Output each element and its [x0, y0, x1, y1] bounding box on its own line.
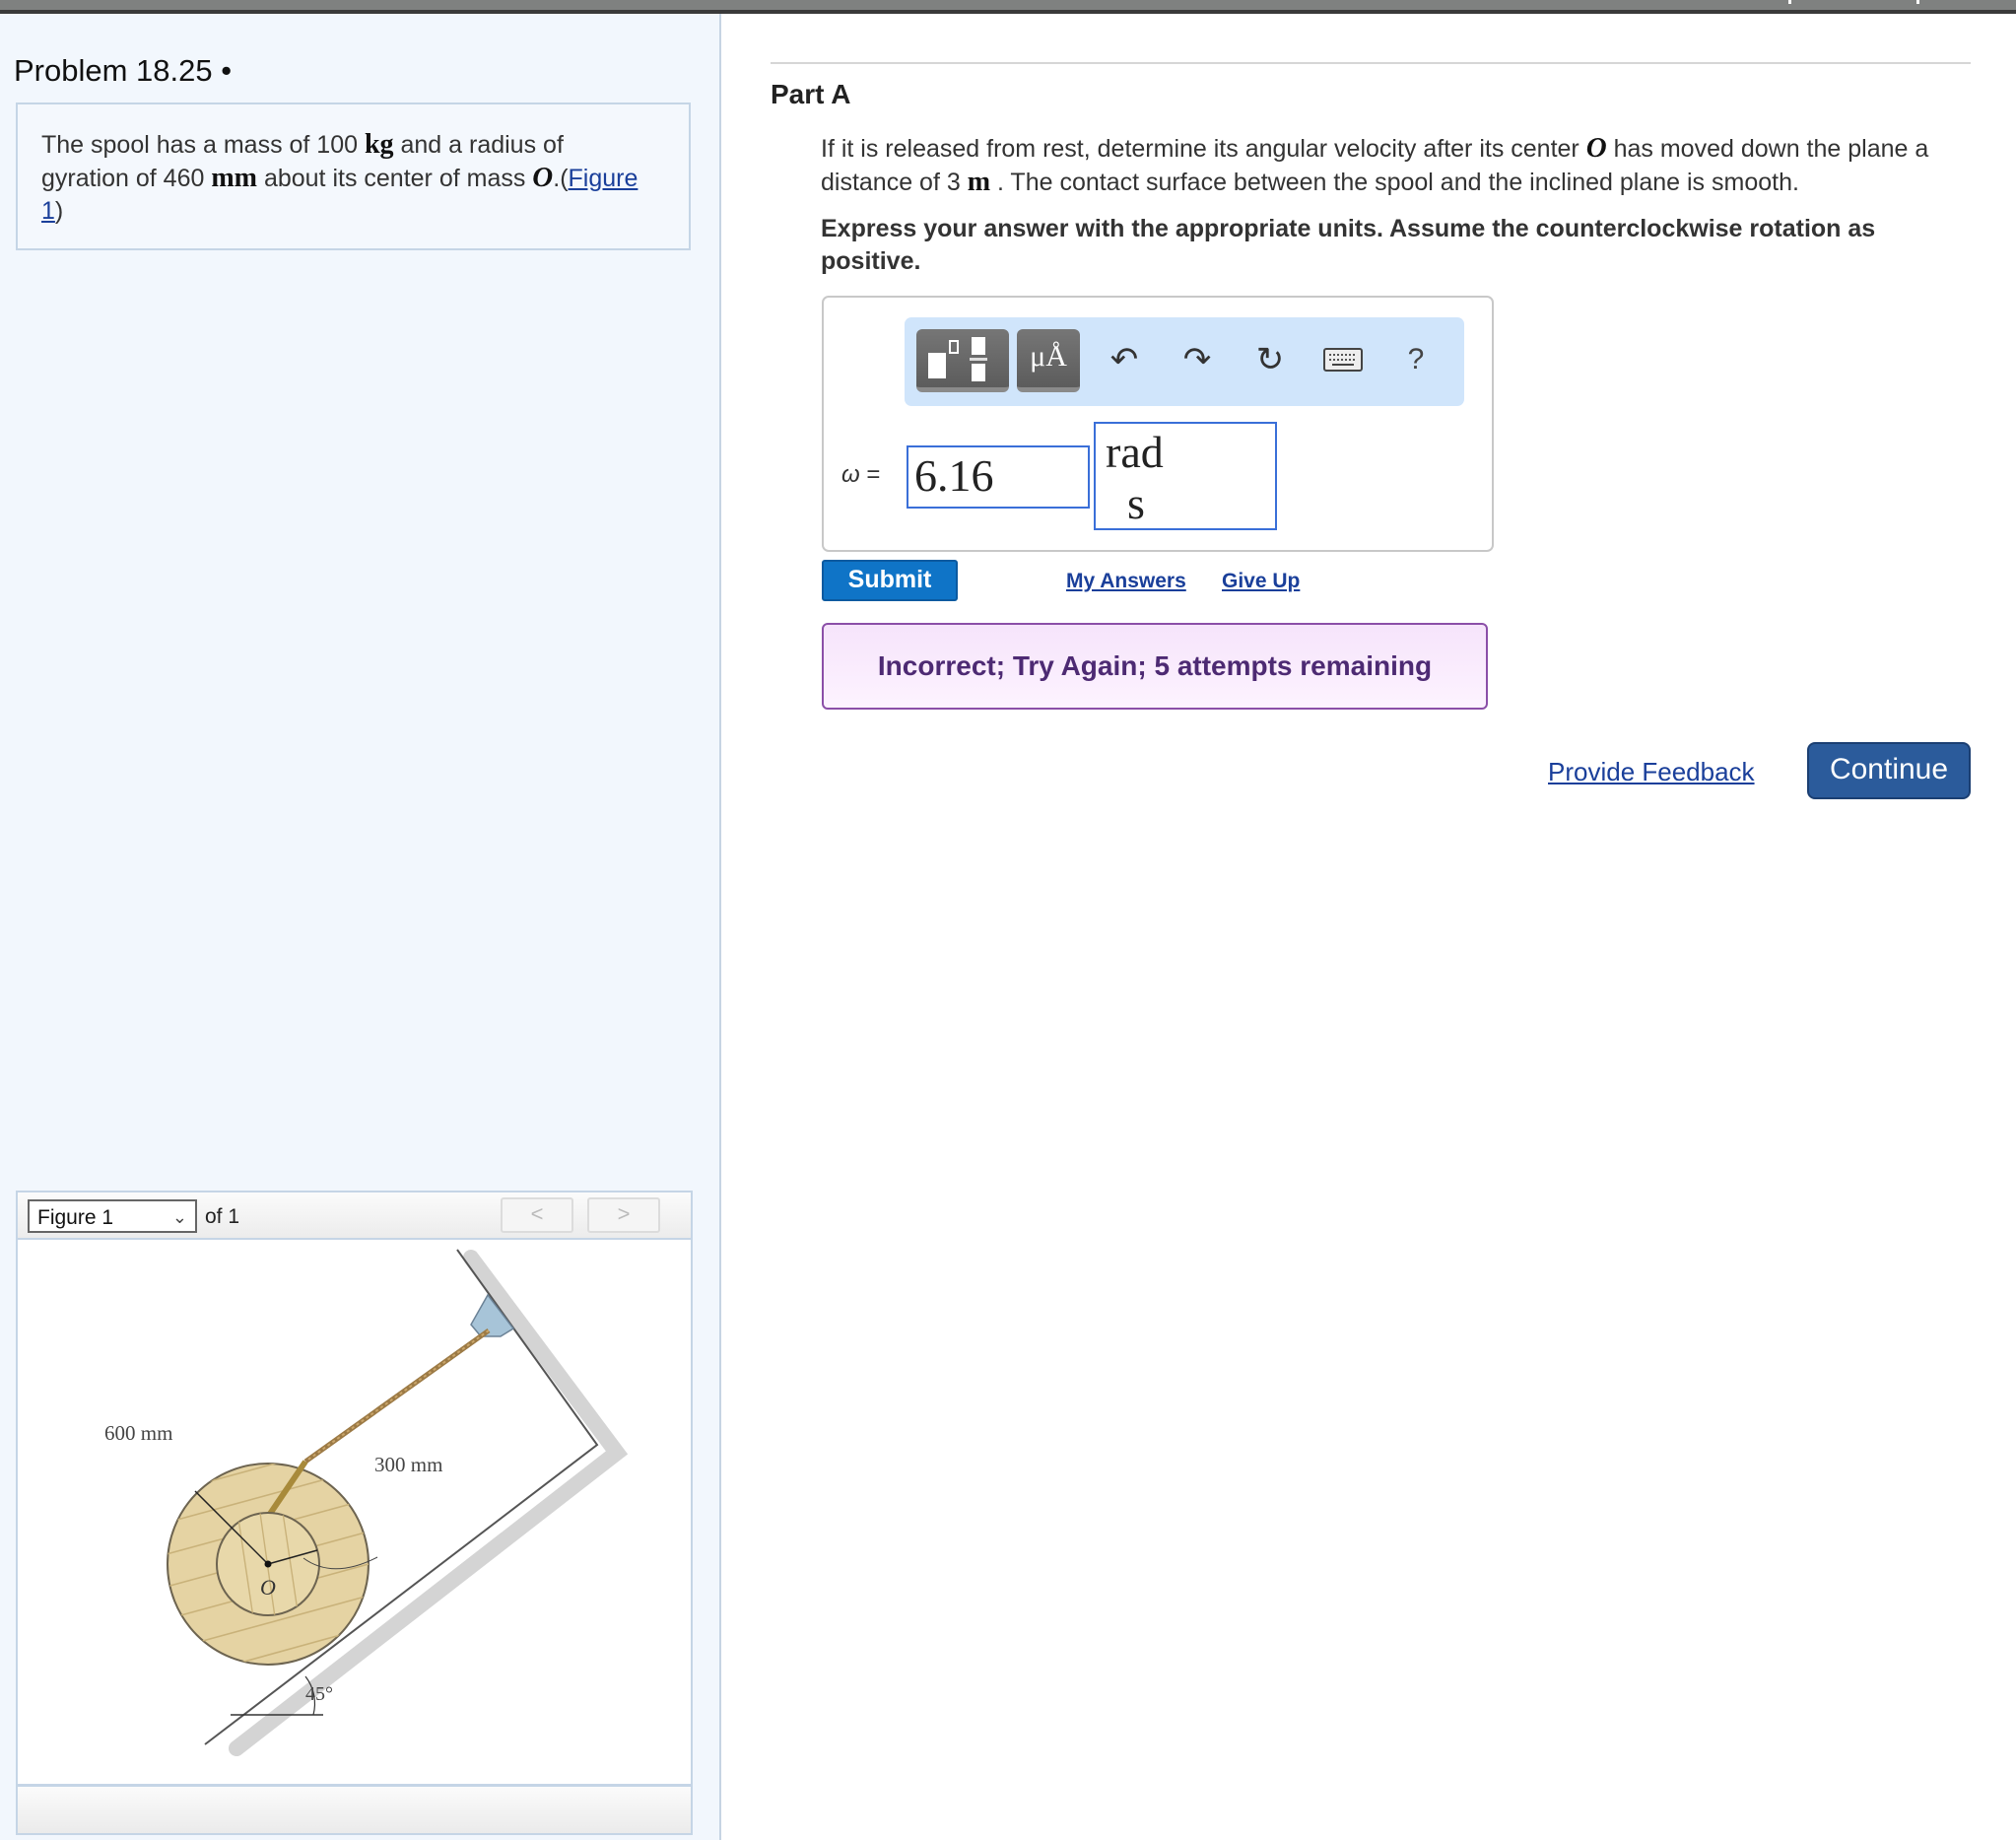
give-up-link[interactable]: Give Up [1222, 570, 1300, 593]
units-button[interactable]: μÅ [1017, 329, 1080, 392]
omega-symbol: ω [841, 461, 860, 488]
statement-text: about its center of mass [257, 165, 533, 192]
figure-select[interactable]: Figure 1 ⌄ [28, 1199, 197, 1233]
keyboard-icon [1323, 348, 1363, 372]
unit-denominator: s [1127, 478, 1145, 528]
templates-button[interactable] [916, 329, 1009, 392]
statement-text: ) [54, 197, 64, 225]
part-title: Part A [771, 79, 851, 109]
question-text-part: If it is released from rest, determine i… [821, 135, 1586, 163]
unit-numerator: rad [1106, 427, 1164, 477]
statement-text: The spool has a mass of 100 [41, 131, 365, 159]
chevron-left-icon: < [530, 1201, 544, 1226]
label-angle: 45° [305, 1683, 333, 1705]
provide-feedback-link[interactable]: Provide Feedback [1548, 757, 1755, 787]
equals-sign: = [866, 461, 881, 488]
chevron-down-icon: ⌄ [171, 1207, 187, 1227]
math-toolbar: μÅ ↶ ↷ ↻ ? [905, 317, 1464, 406]
undo-button[interactable]: ↶ [1100, 335, 1149, 384]
center-point [264, 1560, 272, 1568]
value-input[interactable]: 6.16 [907, 445, 1090, 509]
label-inner-radius: 300 mm [374, 1453, 442, 1476]
help-icon: ? [1407, 343, 1425, 375]
label-center-o: O [260, 1575, 276, 1600]
prev-figure-button[interactable]: < [501, 1197, 573, 1233]
label-outer-radius: 600 mm [104, 1421, 172, 1445]
answer-box: μÅ ↶ ↷ ↻ ? ω = 6.16 rad s [822, 296, 1494, 552]
top-bar-divider [1788, 0, 1791, 4]
variable-label: ω = [841, 461, 880, 489]
unit-mm: mm [211, 163, 257, 193]
symbol-o: O [532, 162, 554, 193]
figure-select-value: Figure 1 [37, 1206, 114, 1229]
continue-button[interactable]: Continue [1807, 742, 1971, 799]
keyboard-button[interactable] [1318, 335, 1368, 384]
figure-viewer: Figure 1 ⌄ of 1 < > 600 mm 300 mm O 45° [16, 1191, 693, 1835]
spool-diagram: 600 mm 300 mm O 45° [104, 1249, 629, 1756]
figure-image: 600 mm 300 mm O 45° [18, 1240, 691, 1784]
section-divider [771, 62, 1971, 64]
problem-panel: Problem 18.25 • The spool has a mass of … [0, 14, 721, 1840]
browser-top-bar [0, 0, 2016, 10]
figure-viewer-header: Figure 1 ⌄ of 1 < > [18, 1193, 691, 1240]
reset-button[interactable]: ↻ [1245, 335, 1295, 384]
figure-count: of 1 [205, 1205, 240, 1228]
units-icon: μÅ [1030, 340, 1067, 373]
problem-statement: The spool has a mass of 100 kg and a rad… [41, 128, 652, 228]
next-figure-button[interactable]: > [587, 1197, 660, 1233]
symbol-o: O [1585, 132, 1607, 164]
chevron-right-icon: > [617, 1201, 631, 1226]
reset-icon: ↻ [1255, 341, 1285, 378]
problem-title: Problem 18.25 • [14, 53, 233, 88]
question-text: If it is released from rest, determine i… [821, 132, 1983, 199]
unit-m: m [967, 167, 991, 197]
feedback-message: Incorrect; Try Again; 5 attempts remaini… [822, 623, 1488, 710]
my-answers-link[interactable]: My Answers [1066, 570, 1186, 593]
top-bar-divider [1916, 0, 1919, 4]
question-text-part: . The contact surface between the spool … [990, 169, 1799, 196]
redo-icon: ↷ [1182, 341, 1212, 378]
submit-button[interactable]: Submit [822, 560, 958, 601]
units-input[interactable]: rad s [1094, 422, 1277, 530]
figure-viewer-footer [18, 1784, 691, 1833]
help-button[interactable]: ? [1391, 335, 1441, 384]
undo-icon: ↶ [1109, 341, 1139, 378]
redo-button[interactable]: ↷ [1173, 335, 1222, 384]
problem-statement-box: The spool has a mass of 100 kg and a rad… [16, 102, 691, 250]
instruction-text: Express your answer with the appropriate… [821, 215, 1876, 275]
statement-text: .( [553, 165, 569, 192]
templates-icon [928, 337, 987, 381]
unit-kg: kg [364, 129, 394, 160]
